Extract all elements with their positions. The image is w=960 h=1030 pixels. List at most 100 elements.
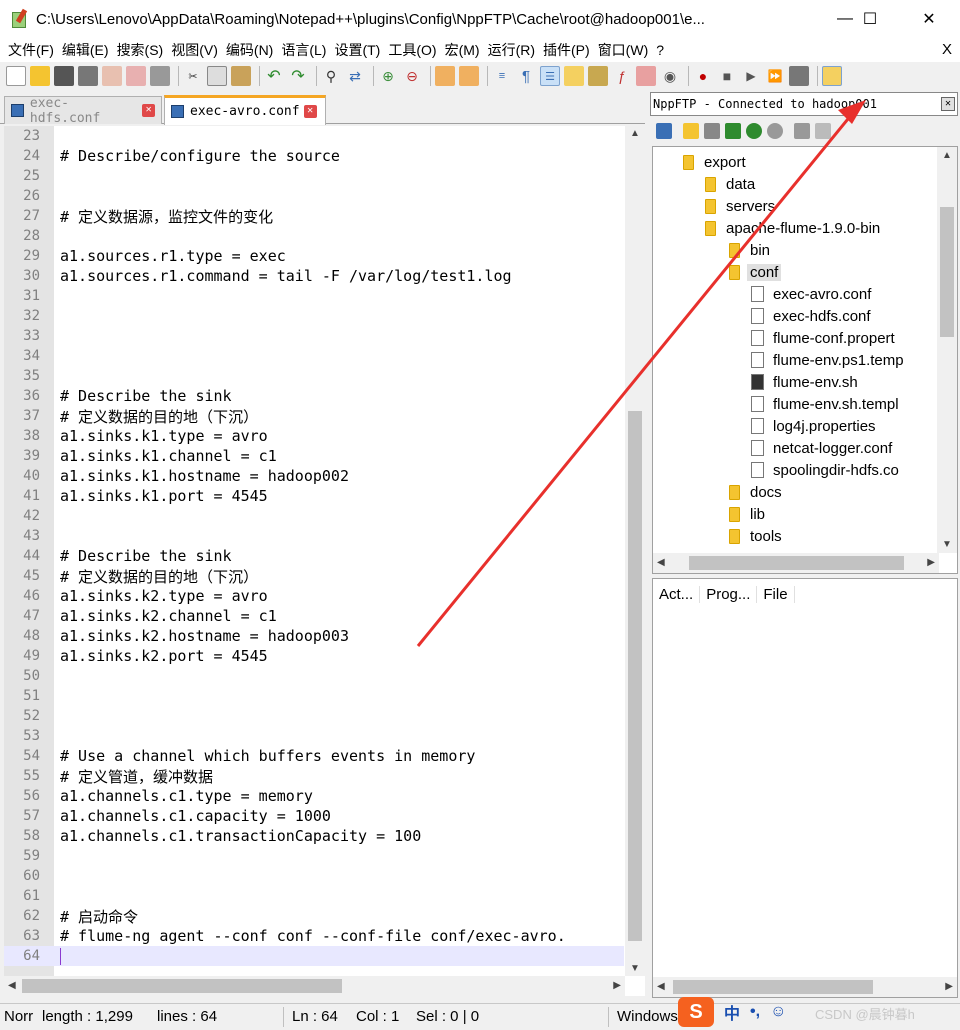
menu-file[interactable]: 文件(F) bbox=[4, 40, 58, 60]
save-macro-icon[interactable] bbox=[789, 66, 809, 86]
tree-file[interactable]: flume-env.sh.templ bbox=[751, 393, 899, 415]
code-line[interactable]: 31 bbox=[4, 286, 624, 306]
ime-emoji-icon[interactable]: ☺ bbox=[770, 1003, 786, 1021]
code-line[interactable]: 41 a1.sinks.k1.port = 4545 bbox=[4, 486, 624, 506]
scroll-down-icon[interactable]: ▼ bbox=[630, 963, 640, 974]
record-macro-icon[interactable]: ● bbox=[693, 66, 713, 86]
play-macro-icon[interactable]: ▶ bbox=[741, 66, 761, 86]
scrollbar-thumb[interactable] bbox=[628, 411, 642, 941]
tree-folder[interactable]: apache-flume-1.9.0-bin bbox=[705, 217, 880, 239]
menu-help[interactable]: ? bbox=[652, 42, 668, 58]
run-macro-multiple-icon[interactable]: ⏩ bbox=[765, 66, 785, 86]
monitoring-icon[interactable]: ◉ bbox=[660, 66, 680, 86]
abort-icon[interactable] bbox=[767, 123, 783, 139]
remote-file-tree[interactable]: export data servers apache-flume-1.9.0-bin b… bbox=[652, 146, 958, 574]
eol-status[interactable]: Windows bbox=[617, 1008, 678, 1025]
find-icon[interactable]: ⚲ bbox=[321, 66, 341, 86]
function-list-icon[interactable]: ƒ bbox=[612, 66, 632, 86]
menu-plugins[interactable]: 插件(P) bbox=[539, 40, 594, 60]
code-line[interactable]: 63 # flume-ng agent --conf conf --conf-fi… bbox=[4, 926, 624, 946]
scroll-left-icon[interactable]: ◀ bbox=[657, 981, 665, 992]
code-line[interactable]: 52 bbox=[4, 706, 624, 726]
scroll-up-icon[interactable]: ▲ bbox=[942, 150, 952, 161]
tree-vertical-scrollbar[interactable]: ▲ ▼ bbox=[937, 147, 957, 553]
code-line[interactable]: 59 bbox=[4, 846, 624, 866]
code-line[interactable]: 49 a1.sinks.k2.port = 4545 bbox=[4, 646, 624, 666]
tree-file[interactable]: spoolingdir-hdfs.co bbox=[751, 459, 899, 481]
close-document-button[interactable]: X bbox=[942, 41, 952, 58]
tab-exec-hdfs[interactable]: exec-hdfs.conf ✕ bbox=[4, 96, 162, 126]
close-button[interactable]: ✕ bbox=[906, 0, 952, 38]
close-file-icon[interactable] bbox=[102, 66, 122, 86]
code-line[interactable]: 61 bbox=[4, 886, 624, 906]
menu-macro[interactable]: 宏(M) bbox=[441, 40, 484, 60]
code-line[interactable]: 45 # 定义数据的目的地（下沉） bbox=[4, 566, 624, 586]
code-line[interactable]: 62 # 启动命令 bbox=[4, 906, 624, 926]
close-all-icon[interactable] bbox=[126, 66, 146, 86]
word-wrap-icon[interactable]: ≡ bbox=[492, 66, 512, 86]
ime-punctuation-toggle[interactable]: •, bbox=[750, 1003, 760, 1021]
code-line[interactable]: 43 bbox=[4, 526, 624, 546]
tree-file[interactable]: flume-env.sh bbox=[751, 371, 858, 393]
tree-folder[interactable]: export bbox=[683, 151, 746, 173]
connect-icon[interactable] bbox=[656, 123, 672, 139]
print-icon[interactable] bbox=[150, 66, 170, 86]
settings-icon[interactable] bbox=[794, 123, 810, 139]
tree-folder[interactable]: servers bbox=[705, 195, 775, 217]
code-line[interactable]: 60 bbox=[4, 866, 624, 886]
undo-icon[interactable]: ↶ bbox=[264, 66, 284, 86]
code-line[interactable]: 64 bbox=[4, 946, 624, 966]
menu-encoding[interactable]: 编码(N) bbox=[222, 40, 277, 60]
code-line[interactable]: 23 bbox=[4, 126, 624, 146]
tree-file[interactable]: log4j.properties bbox=[751, 415, 876, 437]
scrollbar-thumb[interactable] bbox=[673, 980, 873, 994]
sync-horizontal-icon[interactable] bbox=[459, 66, 479, 86]
tree-horizontal-scrollbar[interactable]: ◀ ▶ bbox=[653, 553, 939, 573]
editor-horizontal-scrollbar[interactable]: ◀ ▶ bbox=[4, 976, 625, 996]
show-all-chars-icon[interactable]: ¶ bbox=[516, 66, 536, 86]
replace-icon[interactable]: ⇄ bbox=[345, 66, 365, 86]
column-file[interactable]: File bbox=[757, 585, 795, 603]
transfer-icon[interactable] bbox=[704, 123, 720, 139]
code-line[interactable]: 25 bbox=[4, 166, 624, 186]
scroll-up-icon[interactable]: ▲ bbox=[630, 128, 640, 139]
code-line[interactable]: 27 # 定义数据源，监控文件的变化 bbox=[4, 206, 624, 226]
new-file-icon[interactable] bbox=[6, 66, 26, 86]
close-panel-button[interactable]: ✕ bbox=[941, 97, 955, 111]
menu-view[interactable]: 视图(V) bbox=[167, 40, 222, 60]
code-line[interactable]: 47 a1.sinks.k2.channel = c1 bbox=[4, 606, 624, 626]
indent-guide-icon[interactable]: ☰ bbox=[540, 66, 560, 86]
menu-language[interactable]: 语言(L) bbox=[277, 40, 330, 60]
sync-vertical-icon[interactable] bbox=[435, 66, 455, 86]
close-tab-icon[interactable]: ✕ bbox=[303, 105, 317, 118]
folder-as-workspace-icon[interactable] bbox=[636, 66, 656, 86]
code-line[interactable]: 51 bbox=[4, 686, 624, 706]
code-line[interactable]: 48 a1.sinks.k2.hostname = hadoop003 bbox=[4, 626, 624, 646]
tree-file[interactable]: flume-conf.propert bbox=[751, 327, 895, 349]
tree-folder[interactable]: docs bbox=[729, 481, 782, 503]
code-editor[interactable]: 23 24 # Describe/configure the source 25 26 2… bbox=[4, 126, 645, 996]
code-line[interactable]: 40 a1.sinks.k1.hostname = hadoop002 bbox=[4, 466, 624, 486]
menu-window[interactable]: 窗口(W) bbox=[594, 40, 653, 60]
code-line[interactable]: 53 bbox=[4, 726, 624, 746]
code-line[interactable]: 58 a1.channels.c1.transactionCapacity = 1… bbox=[4, 826, 624, 846]
zoom-out-icon[interactable]: ⊖ bbox=[402, 66, 422, 86]
code-line[interactable]: 37 # 定义数据的目的地（下沉） bbox=[4, 406, 624, 426]
tree-folder[interactable]: bin bbox=[729, 239, 770, 261]
document-map-icon[interactable] bbox=[588, 66, 608, 86]
copy-icon[interactable] bbox=[207, 66, 227, 86]
message-window-icon[interactable] bbox=[815, 123, 831, 139]
cut-icon[interactable]: ✂ bbox=[183, 66, 203, 86]
code-line[interactable]: 55 # 定义管道，缓冲数据 bbox=[4, 766, 624, 786]
redo-icon[interactable]: ↷ bbox=[288, 66, 308, 86]
nppftp-show-icon[interactable] bbox=[822, 66, 842, 86]
code-line[interactable]: 34 bbox=[4, 346, 624, 366]
scrollbar-thumb[interactable] bbox=[22, 979, 342, 993]
code-line[interactable]: 28 bbox=[4, 226, 624, 246]
code-line[interactable]: 26 bbox=[4, 186, 624, 206]
scroll-left-icon[interactable]: ◀ bbox=[8, 980, 16, 991]
menu-run[interactable]: 运行(R) bbox=[484, 40, 539, 60]
menu-tools[interactable]: 工具(O) bbox=[384, 40, 440, 60]
tree-file[interactable]: exec-avro.conf bbox=[751, 283, 871, 305]
code-line[interactable]: 29 a1.sources.r1.type = exec bbox=[4, 246, 624, 266]
